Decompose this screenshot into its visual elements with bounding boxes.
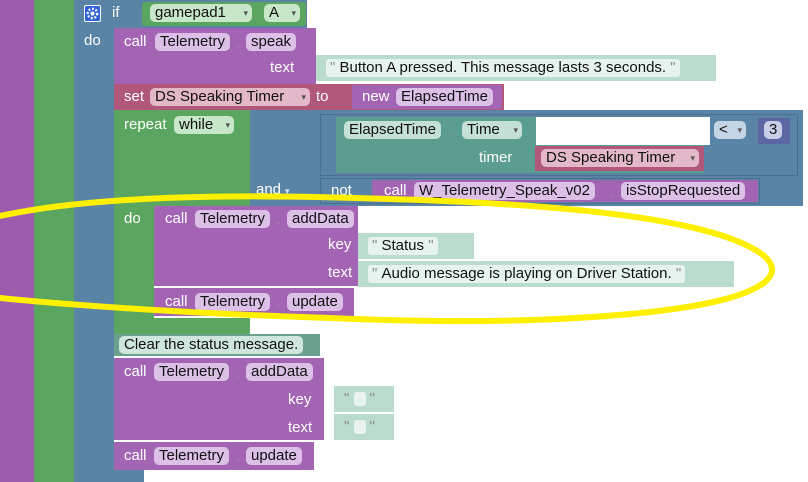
clear-text-content	[353, 420, 366, 435]
number-value[interactable]: 3	[764, 121, 783, 139]
clear-update-call-label: call	[124, 447, 147, 464]
set-label: set	[124, 88, 145, 105]
dropdown-arrow-icon: ▾	[690, 153, 695, 163]
member-dot: .	[236, 364, 240, 380]
if-label: if	[112, 4, 120, 21]
member-dot: .	[452, 122, 456, 138]
dropdown-arrow-icon: ▾	[285, 186, 290, 196]
gamepad-button-text: A	[269, 4, 280, 21]
clear-key-content	[353, 392, 366, 407]
member-dot: .	[254, 5, 258, 21]
clear-key-label: key	[288, 391, 312, 408]
dropdown-arrow-icon: ▾	[737, 125, 742, 135]
gamepad-object-dropdown[interactable]: gamepad1 ▾	[150, 4, 252, 22]
dropdown-arrow-icon: ▾	[301, 92, 306, 102]
time-property-dropdown[interactable]: Time ▾	[462, 121, 522, 139]
loop-adddata-call-label: call	[165, 210, 188, 227]
clear-text-label: text	[288, 419, 313, 436]
dropdown-arrow-icon: ▾	[291, 8, 296, 18]
loop-update-call-label: call	[165, 293, 188, 310]
not-label: not	[331, 182, 352, 199]
member-dot: .	[236, 34, 240, 50]
if-block-spine	[74, 0, 114, 482]
clear-update-object-pill[interactable]: Telemetry	[154, 447, 230, 465]
if-block-bottom	[74, 470, 144, 482]
loop-update-method-pill[interactable]: update	[287, 293, 343, 311]
loop-update-object-pill[interactable]: Telemetry	[195, 293, 271, 311]
comment-text[interactable]: Clear the status message.	[119, 336, 304, 354]
clear-text-value[interactable]: " "	[340, 418, 379, 436]
member-dot: .	[276, 294, 280, 310]
clear-adddata-object-pill[interactable]: Telemetry	[154, 363, 230, 381]
compare-operator-dropdown[interactable]: < ▾	[714, 121, 746, 139]
if-gear-icon[interactable]	[84, 5, 101, 22]
time-property-text: Time	[467, 121, 500, 138]
loop-key-value[interactable]: " Status "	[368, 237, 438, 255]
set-variable-dropdown[interactable]: DS Speaking Timer ▾	[150, 88, 310, 106]
dropdown-arrow-icon: ▾	[513, 125, 518, 135]
member-dot: .	[611, 183, 615, 199]
loop-adddata-object-pill[interactable]: Telemetry	[195, 210, 271, 228]
repeat-block-bottom	[114, 318, 250, 334]
clear-key-value[interactable]: " "	[340, 390, 379, 408]
repeat-mode-text: while	[179, 116, 214, 133]
elapsedtime-object-pill[interactable]: ElapsedTime	[344, 121, 441, 139]
speak-method-pill[interactable]: speak	[246, 33, 297, 51]
loop-text-label: text	[328, 264, 353, 281]
member-dot: .	[236, 448, 240, 464]
event-body-stripe	[34, 0, 74, 482]
event-left-edge	[0, 0, 10, 482]
new-class-pill[interactable]: ElapsedTime	[396, 88, 493, 106]
set-variable-text: DS Speaking Timer	[155, 88, 285, 105]
clear-adddata-method-pill[interactable]: addData	[246, 363, 313, 381]
new-label: new	[362, 88, 390, 105]
repeat-label: repeat	[124, 116, 167, 133]
clear-update-method-pill[interactable]: update	[246, 447, 302, 465]
loop-key-content: Status	[381, 237, 425, 254]
and-label: and ▾	[256, 181, 290, 200]
compare-operator-text: <	[719, 121, 728, 138]
repeat-do-label: do	[124, 210, 141, 227]
gamepad-button-dropdown[interactable]: A ▾	[264, 4, 300, 22]
and-label-text: and	[256, 181, 282, 198]
repeat-mode-dropdown[interactable]: while ▾	[174, 116, 234, 134]
speak-function-pill[interactable]: W_Telemetry_Speak_v02	[414, 182, 595, 200]
timer-label: timer	[479, 149, 513, 166]
speak-call-label: call	[124, 33, 147, 50]
loop-adddata-method-pill[interactable]: addData	[287, 210, 354, 228]
loop-text-value[interactable]: " Audio message is playing on Driver Sta…	[368, 265, 686, 283]
speak-text-content: Button A pressed. This message lasts 3 s…	[339, 59, 667, 76]
clear-adddata-call-label: call	[124, 363, 147, 380]
loop-text-content: Audio message is playing on Driver Stati…	[381, 265, 672, 282]
speak-text-value[interactable]: " Button A pressed. This message lasts 3…	[326, 59, 680, 77]
isstoprequested-method-pill[interactable]: isStopRequested	[621, 182, 746, 200]
gamepad-object-text: gamepad1	[155, 4, 226, 21]
set-to-label: to	[316, 88, 329, 105]
loop-key-label: key	[328, 236, 352, 253]
member-dot: .	[276, 211, 280, 227]
dropdown-arrow-icon: ▾	[243, 8, 248, 18]
if-do-label: do	[84, 32, 101, 49]
timer-variable-dropdown[interactable]: DS Speaking Timer ▾	[541, 149, 699, 167]
not-call-label: call	[384, 182, 407, 199]
speak-text-label: text	[270, 59, 295, 76]
timer-variable-text: DS Speaking Timer	[546, 149, 676, 166]
speak-object-pill[interactable]: Telemetry	[155, 33, 231, 51]
dropdown-arrow-icon: ▾	[225, 120, 230, 130]
compare-white-gap	[536, 117, 710, 145]
